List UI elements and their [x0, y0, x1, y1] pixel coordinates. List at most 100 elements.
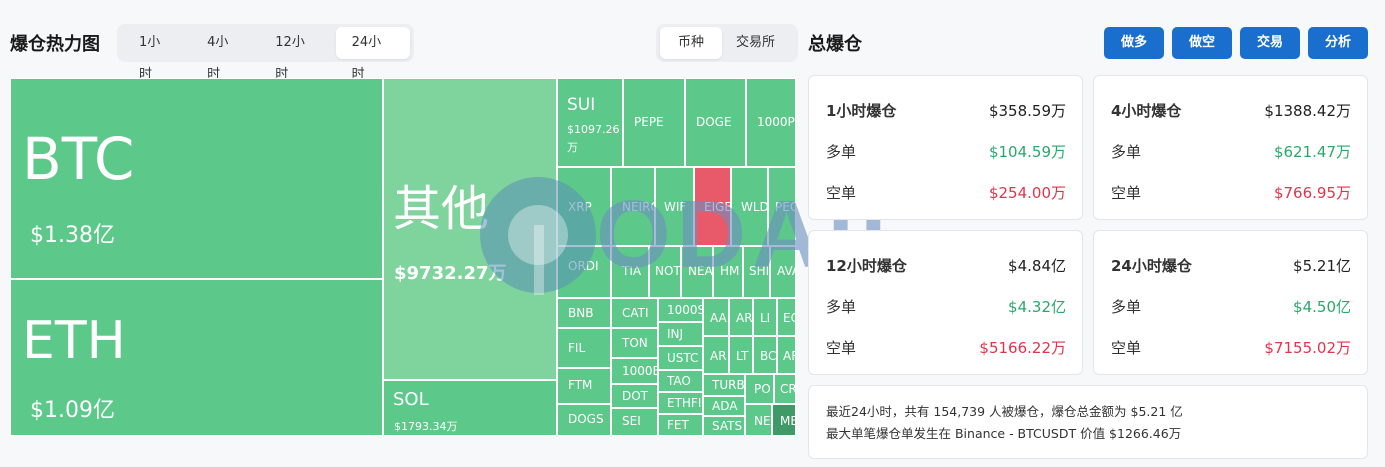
tile-meme[interactable]: ME	[772, 404, 796, 436]
tile-name: DOGS	[568, 412, 604, 426]
short-value: $5166.22万	[979, 339, 1066, 357]
tile-ar[interactable]: AR	[703, 336, 729, 374]
tile-cati[interactable]: CATI	[611, 298, 658, 328]
tile-fil[interactable]: FIL	[557, 328, 611, 368]
tile-dogs[interactable]: DOGS	[557, 404, 611, 436]
short-button[interactable]: 做空	[1172, 27, 1232, 59]
tile-name: PEPE	[634, 115, 664, 129]
tile-value: $1097.26万	[567, 123, 620, 154]
long-button[interactable]: 做多	[1104, 27, 1164, 59]
tile-name: LI	[760, 311, 771, 325]
tile-name: NE	[754, 414, 771, 428]
tile-1000bonk[interactable]: 1000B	[611, 358, 658, 384]
tile-name: TON	[622, 336, 648, 350]
short-value: $7155.02万	[1264, 339, 1351, 357]
tile-name: ME	[780, 414, 795, 428]
tile-name: TIA	[622, 264, 642, 278]
tile-name: SEI	[622, 414, 641, 428]
card-total: $5.21亿	[1293, 257, 1351, 275]
tile-name: AVA	[777, 264, 795, 278]
tile-name: NEIRO	[622, 200, 654, 214]
tile-name: WIF	[664, 200, 687, 214]
tile-ustc[interactable]: USTC	[658, 346, 703, 370]
card-total: $1388.42万	[1264, 102, 1351, 120]
tile-neiro[interactable]: NEIRO	[611, 167, 655, 246]
tile-name: CR	[780, 382, 796, 396]
liquidation-title: 总爆仓	[808, 34, 862, 55]
tile-1000pepe[interactable]: 1000PE	[746, 78, 796, 167]
tile-hmstr[interactable]: HM	[713, 246, 743, 298]
tile-name: ADA	[712, 399, 738, 413]
tile-xrp[interactable]: XRP	[557, 167, 611, 246]
heatmap-title: 爆仓热力图	[10, 34, 100, 55]
summary-line-2: 最大单笔爆仓单发生在 Binance - BTCUSDT 价值 $1266.46…	[826, 426, 1182, 441]
tile-name: BNB	[568, 306, 594, 320]
tile-others[interactable]: 其他 $9732.27万	[383, 78, 557, 380]
tile-name: BC	[760, 349, 777, 363]
tile-eth[interactable]: ETH $1.09亿	[10, 279, 383, 436]
card-title: 24小时爆仓	[1111, 257, 1192, 275]
tile-ftm[interactable]: FTM	[557, 368, 611, 404]
tile-etc[interactable]: EC	[777, 298, 796, 336]
tile-wld[interactable]: WLD	[731, 167, 768, 246]
tab-24h[interactable]: 24小时	[335, 27, 410, 82]
tab-12h[interactable]: 12小时	[257, 27, 335, 82]
long-label: 多单	[1111, 143, 1142, 161]
tile-crv[interactable]: CR	[774, 374, 796, 404]
tile-people[interactable]: PEC	[768, 167, 796, 246]
tile-avax[interactable]: AVA	[770, 246, 796, 298]
tile-inj[interactable]: INJ	[658, 322, 703, 346]
tile-wif[interactable]: WIF	[655, 167, 694, 246]
tile-arb[interactable]: AR	[729, 298, 753, 336]
tile-sol[interactable]: SOL $1793.34万	[383, 380, 557, 436]
tab-exchange[interactable]: 交易所	[722, 27, 789, 59]
tab-4h[interactable]: 4小时	[191, 27, 257, 82]
tile-value: $9732.27万	[394, 263, 507, 284]
tile-1000sats[interactable]: 1000S	[658, 298, 703, 322]
analysis-button[interactable]: 分析	[1308, 27, 1368, 59]
tile-ada[interactable]: ADA	[703, 396, 745, 416]
tile-ltc[interactable]: LT	[729, 336, 753, 374]
tab-coin[interactable]: 币种	[660, 27, 723, 59]
tile-name: PO	[754, 382, 771, 396]
card-1h: 1小时爆仓 $358.59万 多单 $104.59万 空单 $254.00万	[808, 75, 1083, 220]
tile-ethfi[interactable]: ETHFI	[658, 392, 703, 414]
tile-sei[interactable]: SEI	[611, 408, 658, 436]
tile-sats[interactable]: SATS	[703, 416, 745, 436]
tile-bnb[interactable]: BNB	[557, 298, 611, 328]
tile-sui[interactable]: SUI $1097.26万	[557, 78, 623, 167]
tile-tia[interactable]: TIA	[611, 246, 649, 298]
tile-ordi[interactable]: ORDI	[557, 246, 611, 298]
long-label: 多单	[826, 298, 857, 316]
tile-link[interactable]: LI	[753, 298, 777, 336]
tile-pol[interactable]: PO	[745, 374, 774, 404]
tile-ton[interactable]: TON	[611, 328, 658, 358]
tile-dot[interactable]: DOT	[611, 384, 658, 408]
tile-not[interactable]: NOT	[649, 246, 681, 298]
tile-name: SOL	[393, 389, 429, 410]
tile-shib[interactable]: SHI	[743, 246, 770, 298]
tile-eigen[interactable]: EIGE	[694, 167, 731, 246]
tile-name: NOT	[655, 264, 681, 278]
tile-name: PEC	[775, 200, 796, 214]
tile-name: SATS	[712, 419, 743, 433]
tile-tao[interactable]: TAO	[658, 370, 703, 392]
card-4h: 4小时爆仓 $1388.42万 多单 $621.47万 空单 $766.95万	[1093, 75, 1368, 220]
tile-neo[interactable]: NE	[745, 404, 772, 436]
tile-fet[interactable]: FET	[658, 414, 703, 436]
tile-doge[interactable]: DOGE	[685, 78, 746, 167]
tile-aave[interactable]: AA	[703, 298, 729, 336]
tile-name: BTC	[22, 125, 135, 193]
tile-near[interactable]: NEA	[681, 246, 713, 298]
tile-name: HM	[720, 264, 740, 278]
tab-1h[interactable]: 1小时	[121, 27, 191, 82]
liquidation-summary: 最近24小时，共有 154,739 人被爆仓，爆仓总金额为 $5.21 亿 最大…	[808, 385, 1368, 459]
tile-bch[interactable]: BC	[753, 336, 777, 374]
tile-pepe[interactable]: PEPE	[623, 78, 685, 167]
trade-button[interactable]: 交易	[1240, 27, 1300, 59]
short-label: 空单	[826, 339, 857, 357]
tile-arkm[interactable]: AR	[777, 336, 796, 374]
tile-turbo[interactable]: TURB	[703, 374, 745, 396]
long-value: $621.47万	[1273, 143, 1351, 161]
tile-btc[interactable]: BTC $1.38亿	[10, 78, 383, 279]
